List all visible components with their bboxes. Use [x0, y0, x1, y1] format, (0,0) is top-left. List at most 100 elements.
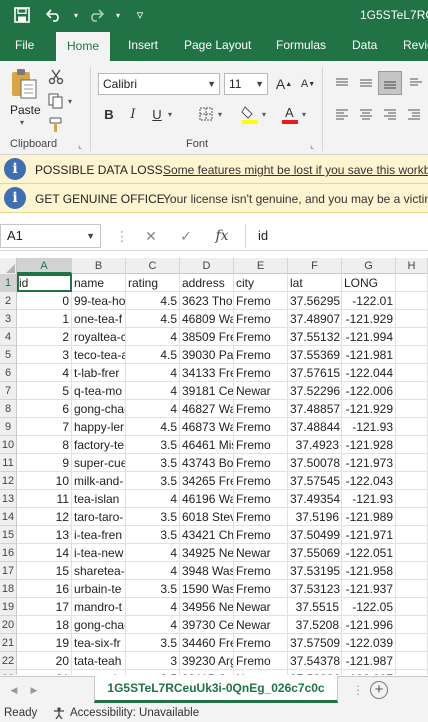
cell-address[interactable]: 3948 Was — [180, 562, 234, 580]
row-header[interactable]: 17 — [0, 562, 17, 580]
row-header[interactable]: 3 — [0, 310, 17, 328]
more-options-icon[interactable]: ⋮ — [112, 226, 132, 246]
cell-empty[interactable] — [396, 580, 428, 598]
cell-name[interactable]: mandro-t — [72, 598, 126, 616]
row-header[interactable]: 18 — [0, 580, 17, 598]
cell-empty[interactable] — [396, 454, 428, 472]
cell-rating[interactable]: 3.5 — [126, 580, 180, 598]
align-right-icon[interactable] — [380, 104, 400, 124]
font-color-icon[interactable]: A — [280, 103, 300, 125]
cell-lat[interactable]: 37.56295 — [288, 292, 342, 310]
fill-color-dropdown-icon[interactable]: ▾ — [262, 110, 266, 119]
row-header[interactable]: 10 — [0, 436, 17, 454]
cell-long[interactable]: -122.039 — [342, 634, 396, 652]
cell-id[interactable]: 20 — [17, 652, 72, 670]
cell-id[interactable]: 10 — [17, 472, 72, 490]
row-header[interactable]: 21 — [0, 634, 17, 652]
cell-address[interactable]: 6018 Steve — [180, 508, 234, 526]
undo-icon[interactable] — [42, 0, 66, 30]
borders-dropdown-icon[interactable]: ▾ — [218, 110, 222, 119]
cell-empty[interactable] — [396, 364, 428, 382]
cell-city[interactable]: Fremo — [234, 634, 288, 652]
cell-lat[interactable]: 37.48844 — [288, 418, 342, 436]
cell-empty[interactable] — [396, 418, 428, 436]
cell-empty[interactable] — [396, 328, 428, 346]
cell-id[interactable]: 6 — [17, 400, 72, 418]
redo-dropdown-icon[interactable]: ▾ — [106, 0, 130, 30]
column-header-h[interactable]: H — [396, 258, 428, 274]
tab-review[interactable]: Revie — [403, 30, 428, 61]
cell-name[interactable]: gong-cha- — [72, 616, 126, 634]
column-header-e[interactable]: E — [234, 258, 288, 274]
cell-address[interactable]: 34956 Nev — [180, 598, 234, 616]
tab-home[interactable]: Home — [56, 32, 111, 61]
select-all-button[interactable] — [0, 258, 17, 274]
cell-empty[interactable] — [396, 670, 428, 675]
column-header-d[interactable]: D — [180, 258, 234, 274]
cell-city[interactable]: Fremo — [234, 346, 288, 364]
clipboard-launcher-icon[interactable]: ⌞ — [78, 140, 82, 151]
scroll-sheets-left-icon[interactable]: ◀ — [4, 677, 24, 704]
cell-id[interactable]: 19 — [17, 634, 72, 652]
row-header[interactable]: 19 — [0, 598, 17, 616]
cell-city[interactable]: Fremo — [234, 400, 288, 418]
cell-empty[interactable] — [396, 436, 428, 454]
cell-id[interactable]: 13 — [17, 526, 72, 544]
cell-empty[interactable] — [396, 346, 428, 364]
font-launcher-icon[interactable]: ⌞ — [310, 140, 314, 151]
scroll-sheets-right-icon[interactable]: ▶ — [24, 677, 44, 704]
cell-address[interactable]: 3623 Thor — [180, 292, 234, 310]
cell-address[interactable]: 43743 Bos — [180, 454, 234, 472]
cell-long[interactable]: -121.994 — [342, 328, 396, 346]
grow-font-button[interactable]: A ▲ — [274, 74, 294, 94]
cell-lat[interactable]: 37.49354 — [288, 490, 342, 508]
cell-long[interactable]: -122.051 — [342, 544, 396, 562]
cell-rating[interactable]: rating — [126, 274, 180, 292]
tab-page-layout[interactable]: Page Layout — [184, 30, 251, 61]
cell-lat[interactable]: 37.48857 — [288, 400, 342, 418]
row-header[interactable]: 7 — [0, 382, 17, 400]
cell-id[interactable]: 11 — [17, 490, 72, 508]
cell-city[interactable]: Fremo — [234, 328, 288, 346]
cell-name[interactable]: tea-six-fr — [72, 634, 126, 652]
font-name-combo[interactable]: Calibri ▼ — [98, 73, 220, 95]
row-header[interactable]: 22 — [0, 652, 17, 670]
row-header[interactable]: 14 — [0, 508, 17, 526]
cell-rating[interactable]: 3.5 — [126, 634, 180, 652]
cell-lat[interactable]: 37.52336 — [288, 670, 342, 675]
cell-lat[interactable]: 37.50078 — [288, 454, 342, 472]
cell-long[interactable]: -121.987 — [342, 652, 396, 670]
row-header[interactable]: 20 — [0, 616, 17, 634]
name-box[interactable]: A1 ▼ — [0, 224, 101, 248]
cell-address[interactable]: 34925 Nev — [180, 544, 234, 562]
cell-address[interactable]: 34265 Fre — [180, 472, 234, 490]
cell-lat[interactable]: 37.48907 — [288, 310, 342, 328]
cell-id[interactable]: 9 — [17, 454, 72, 472]
cell-id[interactable]: 21 — [17, 670, 72, 675]
row-header[interactable]: 4 — [0, 328, 17, 346]
cell-long[interactable]: -121.928 — [342, 436, 396, 454]
column-header-f[interactable]: F — [288, 258, 342, 274]
cell-long[interactable]: -121.971 — [342, 526, 396, 544]
cell-long[interactable]: -121.93 — [342, 490, 396, 508]
cancel-icon[interactable]: ✕ — [141, 226, 161, 246]
align-bottom-icon[interactable] — [378, 71, 402, 95]
cell-address[interactable]: 34460 Fre — [180, 634, 234, 652]
cell-address[interactable]: 39230 Arg — [180, 652, 234, 670]
cell-id[interactable]: 15 — [17, 562, 72, 580]
cell-name[interactable]: i-tea-fren — [72, 526, 126, 544]
cell-name[interactable]: tea-static — [72, 670, 126, 675]
column-header-a[interactable]: A — [17, 258, 72, 274]
save-icon[interactable] — [10, 0, 34, 30]
cell-city[interactable]: Fremo — [234, 418, 288, 436]
cell-rating[interactable]: 4 — [126, 616, 180, 634]
cell-city[interactable]: Fremo — [234, 292, 288, 310]
cell-lat[interactable]: 37.54378 — [288, 652, 342, 670]
cell-empty[interactable] — [396, 616, 428, 634]
cell-long[interactable]: -121.989 — [342, 508, 396, 526]
cell-name[interactable]: sharetea- — [72, 562, 126, 580]
cell-lat[interactable]: 37.55069 — [288, 544, 342, 562]
paste-dropdown-icon[interactable]: ▾ — [20, 118, 24, 127]
copy-icon[interactable] — [46, 91, 66, 111]
cell-city[interactable]: Fremo — [234, 454, 288, 472]
